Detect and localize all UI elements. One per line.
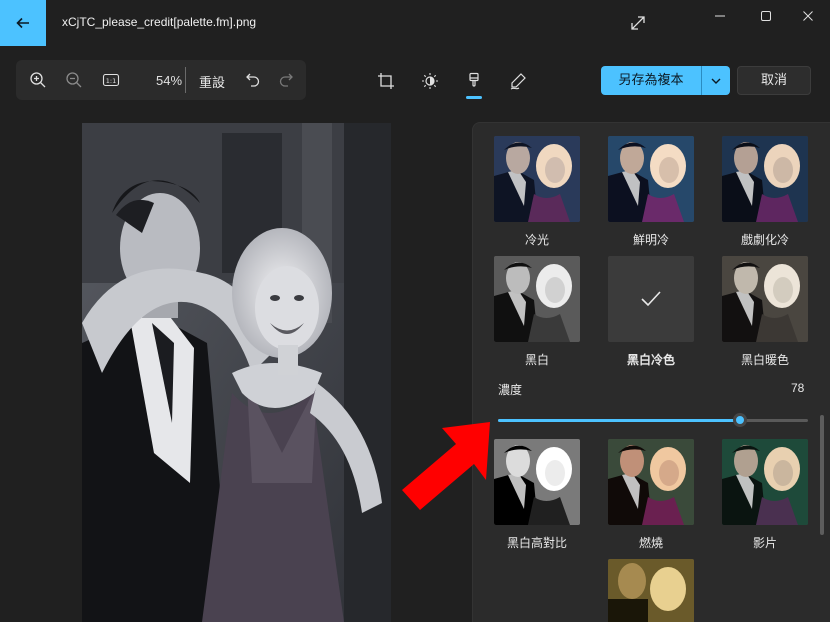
minimize-button[interactable] [705, 8, 735, 24]
title-bar: xCjTC_please_credit[palette.fm].png [0, 0, 830, 46]
zoom-out-icon [66, 72, 82, 88]
save-copy-button[interactable]: 另存為複本 [601, 66, 730, 95]
photo-image [82, 123, 391, 622]
minimize-icon [715, 15, 725, 17]
annotation-arrow [402, 422, 490, 510]
back-button[interactable] [0, 0, 46, 46]
cancel-button[interactable]: 取消 [737, 66, 811, 95]
close-button[interactable] [793, 8, 823, 24]
panel-scrollbar[interactable] [820, 415, 824, 535]
svg-text:1:1: 1:1 [106, 77, 116, 85]
zoom-toolbar: 1:1 54% 重設 [16, 60, 306, 100]
filter-item[interactable]: 影片 [722, 439, 808, 551]
maximize-button[interactable] [751, 8, 781, 24]
filter-item[interactable]: 戲劇化冷 [722, 136, 808, 248]
close-icon [803, 11, 813, 21]
maximize-icon [761, 11, 771, 21]
filter-item[interactable]: 黑白暖色 [722, 256, 808, 368]
filter-item[interactable]: 黑白高對比 [494, 439, 580, 551]
undo-icon [246, 73, 260, 87]
zoom-level: 54% [156, 73, 183, 88]
checkmark-icon [641, 291, 661, 307]
photo-canvas[interactable] [82, 123, 391, 622]
filter-brush-icon [469, 72, 479, 87]
filter-item[interactable]: 黑白 [494, 256, 580, 368]
save-copy-label: 另存為複本 [618, 73, 684, 88]
intensity-slider[interactable] [498, 413, 808, 427]
filter-item-partial[interactable] [608, 559, 694, 622]
filter-thumbnail [722, 256, 808, 342]
intensity-label: 濃度 [498, 383, 523, 397]
zoom-in-button[interactable] [27, 69, 49, 91]
redo-icon [279, 73, 293, 87]
markup-tool-button[interactable] [507, 70, 529, 92]
window-title: xCjTC_please_credit[palette.fm].png [62, 15, 257, 29]
active-tool-indicator [466, 96, 482, 99]
redo-button[interactable] [275, 69, 297, 91]
zoom-in-icon [30, 72, 46, 88]
zoom-out-button[interactable] [63, 69, 85, 91]
filter-thumbnail [608, 136, 694, 222]
arrow-left-icon [16, 17, 29, 29]
crop-tool-button[interactable] [375, 70, 397, 92]
filter-tool-button[interactable] [463, 70, 485, 92]
filter-thumbnail [494, 256, 580, 342]
filter-label: 影片 [752, 536, 777, 550]
filter-label: 黑白冷色 [626, 353, 675, 367]
filter-thumbnail [494, 136, 580, 222]
filter-label: 燃燒 [638, 536, 663, 550]
filter-item[interactable]: 鮮明冷 [608, 136, 694, 248]
filter-thumbnail-selected [608, 256, 694, 342]
filter-label: 冷光 [524, 233, 549, 247]
crop-icon [378, 73, 394, 89]
filter-label: 黑白高對比 [506, 536, 567, 550]
filter-thumbnail [608, 439, 694, 525]
filter-label: 戲劇化冷 [740, 233, 789, 247]
brightness-icon [422, 73, 438, 89]
chevron-down-icon [711, 78, 721, 84]
filter-item[interactable]: 黑白冷色 [608, 256, 694, 368]
adjust-tool-button[interactable] [419, 70, 441, 92]
expand-icon [631, 16, 645, 30]
filter-thumbnail [608, 559, 694, 622]
slider-thumb[interactable] [732, 413, 747, 427]
undo-button[interactable] [242, 69, 264, 91]
filter-label: 鮮明冷 [632, 233, 669, 247]
reset-button[interactable]: 重設 [199, 72, 225, 91]
actual-size-button[interactable]: 1:1 [100, 69, 122, 91]
filter-thumbnail [722, 439, 808, 525]
intensity-value: 78 [791, 381, 805, 395]
filter-item[interactable]: 燃燒 [608, 439, 694, 551]
slider-fill [498, 419, 740, 422]
pen-icon [510, 73, 526, 90]
save-options-button[interactable] [702, 66, 730, 95]
filter-thumbnail [494, 439, 580, 525]
filter-label: 黑白暖色 [740, 353, 789, 367]
toolbar-divider [185, 67, 186, 93]
actual-size-icon: 1:1 [102, 73, 120, 87]
filter-panel: 冷光 鮮明冷 戲劇化冷黑白 黑白冷色 黑白暖色黑白高對比 燃燒 影片 濃度 78 [472, 122, 830, 622]
filter-item[interactable]: 冷光 [494, 136, 580, 248]
fullscreen-button[interactable] [628, 13, 648, 33]
filter-label: 黑白 [524, 353, 549, 367]
filter-thumbnail [722, 136, 808, 222]
